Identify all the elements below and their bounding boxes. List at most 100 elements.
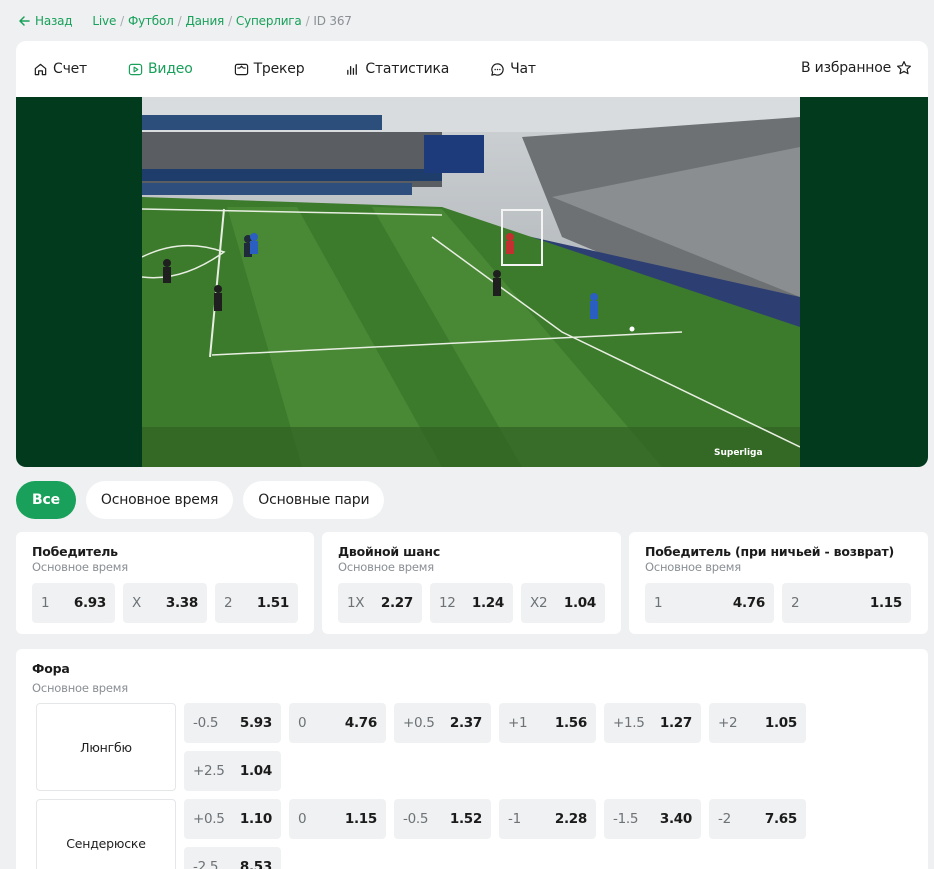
odds-row: 1 6.93 X 3.38 2 1.51 <box>32 583 298 623</box>
odd-button[interactable]: +0.5 2.37 <box>394 703 491 743</box>
market-subtitle: Основное время <box>645 560 741 574</box>
filter-regular-time[interactable]: Основное время <box>85 481 234 519</box>
tab-label: Статистика <box>365 61 450 77</box>
odd-button[interactable]: -1 2.28 <box>499 799 596 839</box>
odd-button[interactable]: +1.5 1.27 <box>604 703 701 743</box>
market-subtitle: Основное время <box>32 681 128 695</box>
odd-button[interactable]: 2 1.51 <box>215 583 298 623</box>
odds-row: 1 4.76 2 1.15 <box>645 583 911 623</box>
back-label: Назад <box>35 14 73 28</box>
tab-statistics[interactable]: Статистика <box>345 61 449 77</box>
odd-button[interactable]: +0.5 1.10 <box>184 799 281 839</box>
market-winner: Победитель Основное время 1 6.93 X 3.38 21… <box>16 532 314 634</box>
odd-button[interactable]: 1X 2.27 <box>338 583 422 623</box>
odd-button[interactable]: 0 1.15 <box>289 799 386 839</box>
odd-value: 1.04 <box>563 595 596 611</box>
tab-tracker[interactable]: Трекер <box>234 61 305 77</box>
odd-label: 12 <box>439 595 456 611</box>
match-tabs: Счет Видео Трекер Статистика Чат <box>16 41 928 97</box>
odd-value: 2.28 <box>554 811 587 827</box>
odd-label: -1 <box>508 811 521 827</box>
market-title: Победитель (при ничьей - возврат) <box>645 544 895 559</box>
odd-value: 4.76 <box>732 595 765 611</box>
market-title: Двойной шанс <box>338 544 441 559</box>
odd-button[interactable]: 2 1.15 <box>782 583 911 623</box>
breadcrumb-separator: / <box>305 14 310 28</box>
odd-button[interactable]: +2 1.05 <box>709 703 806 743</box>
breadcrumb-separator: / <box>177 14 182 28</box>
tab-score[interactable]: Счет <box>33 61 87 77</box>
odd-label: -2 <box>718 811 731 827</box>
odd-value: 3.38 <box>165 595 198 611</box>
odd-button[interactable]: 12 1.24 <box>430 583 513 623</box>
odd-value: 1.15 <box>344 811 377 827</box>
tab-chat[interactable]: Чат <box>490 61 536 77</box>
breadcrumb: Назад Live / Футбол / Дания / Суперлига … <box>18 12 352 30</box>
team-name-cell: Люнгбю <box>36 703 176 791</box>
odd-label: 1X <box>347 595 365 611</box>
video-player[interactable]: Superliga <box>16 97 928 467</box>
video-frame: Superliga <box>142 97 800 467</box>
tab-video[interactable]: Видео <box>128 61 193 77</box>
odd-button[interactable]: -2.5 8.53 <box>184 847 281 869</box>
odd-value: 1.15 <box>869 595 902 611</box>
market-title: Фора <box>32 661 70 676</box>
odd-label: +1 <box>508 715 528 731</box>
odd-label: -1.5 <box>613 811 639 827</box>
odd-label: 0 <box>298 715 307 731</box>
breadcrumb-league[interactable]: Суперлига <box>236 14 302 28</box>
odd-value: 1.51 <box>256 595 289 611</box>
tracker-icon <box>234 63 248 75</box>
odd-label: +2.5 <box>193 763 225 779</box>
odd-value: 4.76 <box>344 715 377 731</box>
market-handicap: Фора Основное время Люнгбю -0.5 5.93 0 4.7… <box>16 649 928 869</box>
odd-button[interactable]: 1 6.93 <box>32 583 115 623</box>
odd-button[interactable]: -2 7.65 <box>709 799 806 839</box>
odd-label: X <box>132 595 141 611</box>
breadcrumb-country[interactable]: Дания <box>185 14 224 28</box>
odd-button[interactable]: -0.5 5.93 <box>184 703 281 743</box>
odd-value: 1.05 <box>764 715 797 731</box>
odd-button[interactable]: X2 1.04 <box>521 583 605 623</box>
odd-value: 3.40 <box>659 811 692 827</box>
match-header-card: Счет Видео Трекер Статистика Чат В избра… <box>16 41 928 467</box>
odd-label: +1.5 <box>613 715 645 731</box>
back-button[interactable]: Назад <box>18 14 73 28</box>
football-broadcast-image: Superliga <box>142 97 800 467</box>
video-watermark: Superliga <box>714 448 763 458</box>
odds-row: 1X 2.27 12 1.24 X2 1.04 <box>338 583 605 623</box>
filter-main-bets[interactable]: Основные пари <box>243 481 385 519</box>
odd-value: 7.65 <box>764 811 797 827</box>
filter-all[interactable]: Все <box>16 481 76 519</box>
breadcrumb-separator: / <box>120 14 124 28</box>
tab-label: Трекер <box>253 61 305 77</box>
odd-label: X2 <box>530 595 548 611</box>
market-filters: Все Основное время Основные пари <box>16 481 394 519</box>
breadcrumb-sport[interactable]: Футбол <box>128 14 174 28</box>
breadcrumb-live[interactable]: Live <box>92 14 116 28</box>
team-name-cell: Сендерюске <box>36 799 176 869</box>
odd-label: 0 <box>298 811 307 827</box>
odd-button[interactable]: +2.5 1.04 <box>184 751 281 791</box>
odd-button[interactable]: -1.5 3.40 <box>604 799 701 839</box>
odd-value: 2.27 <box>380 595 413 611</box>
odd-value: 1.56 <box>554 715 587 731</box>
odd-label: 2 <box>791 595 800 611</box>
add-to-favorites-button[interactable]: В избранное <box>801 60 912 76</box>
tab-label: Чат <box>510 61 536 77</box>
odd-button[interactable]: 0 4.76 <box>289 703 386 743</box>
odd-label: +2 <box>718 715 738 731</box>
star-icon <box>897 61 911 75</box>
tab-label: Счет <box>53 61 88 77</box>
chat-bubble-icon <box>491 62 504 76</box>
odd-button[interactable]: -0.5 1.52 <box>394 799 491 839</box>
odd-button[interactable]: 1 4.76 <box>645 583 774 623</box>
breadcrumb-separator: / <box>228 14 232 28</box>
odd-button[interactable]: +1 1.56 <box>499 703 596 743</box>
odd-label: 2 <box>224 595 233 611</box>
odd-label: 1 <box>654 595 663 611</box>
odd-button[interactable]: X 3.38 <box>123 583 207 623</box>
breadcrumb-current: ID 367 <box>313 14 352 28</box>
odd-label: 1 <box>41 595 50 611</box>
market-title: Победитель <box>32 544 118 559</box>
